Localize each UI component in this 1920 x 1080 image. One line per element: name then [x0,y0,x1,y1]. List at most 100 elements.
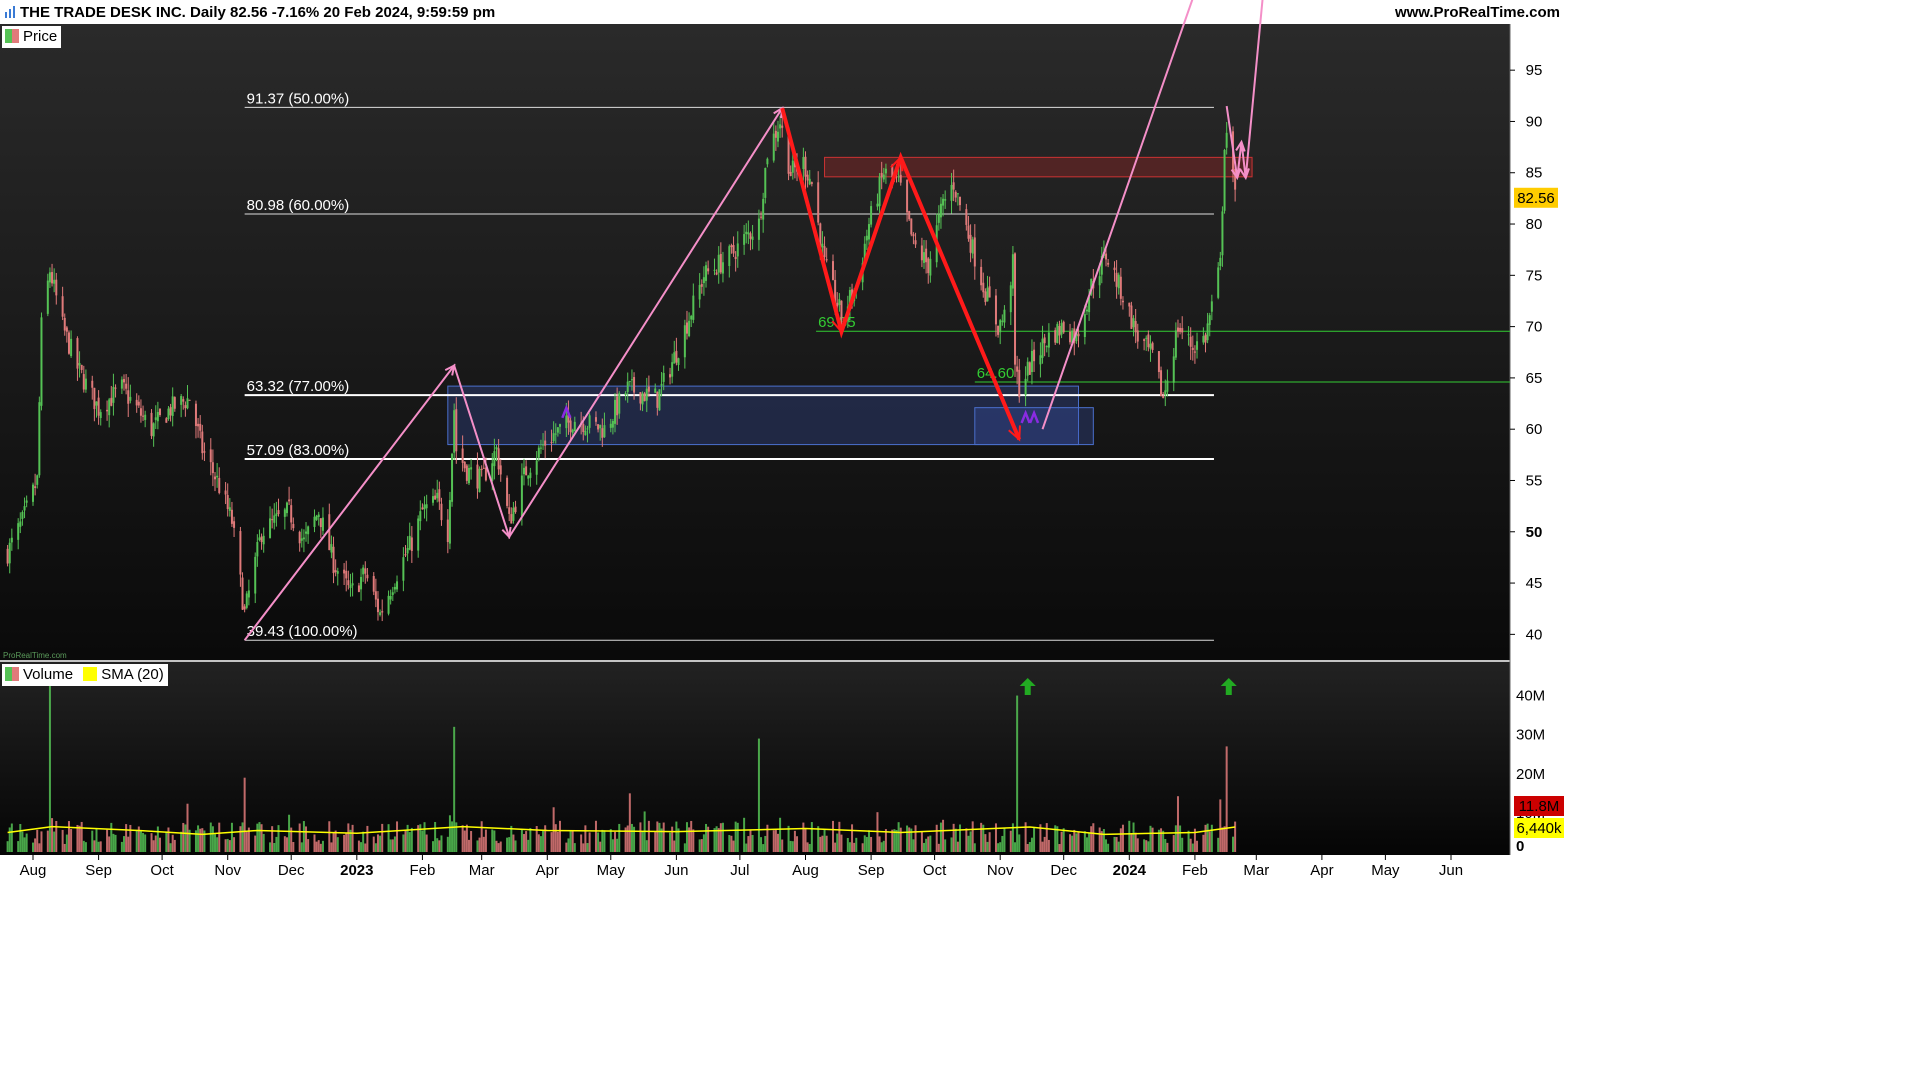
volume-bar [588,832,591,852]
volume-bar [484,829,487,852]
volume-bar [923,842,926,852]
volume-bar [482,836,485,852]
volume-bar [1018,834,1021,852]
volume-bar [751,835,754,852]
volume-bar [846,837,849,852]
volume-bar [787,825,790,852]
price-legend[interactable]: Price [2,26,62,48]
volume-bar [470,831,473,852]
volume-bar [1113,836,1116,852]
volume-bar [491,829,494,852]
volume-bar [848,842,851,852]
volume-bar [158,837,161,852]
volume-bar [870,836,873,852]
candle [241,572,244,610]
volume-bar [1147,841,1150,852]
volume-bar [821,835,824,852]
candle [448,491,451,550]
volume-bar [84,842,87,852]
volume-bar [1016,695,1019,852]
volume-bar [1187,830,1190,852]
fib-label-4: 39.43 (100.00%) [247,623,358,640]
volume-bar [525,831,528,852]
volume-bar [1071,835,1074,852]
time-tick-label: Dec [278,862,305,879]
volume-bar [201,828,204,852]
volume-bar [391,839,394,852]
volume-bar [935,824,938,852]
volume-bar [906,825,909,852]
volume-bar [6,841,9,852]
candle [245,591,248,610]
volume-bar [76,824,79,852]
volume-bar [97,841,100,852]
volume-bar [127,836,130,852]
volume-bar [125,824,128,852]
volume-bar [556,831,559,852]
volume-bar [908,827,911,852]
price-tick-label: 90 [1526,113,1543,130]
volume-bar [897,822,900,852]
volume-bar [1062,828,1065,852]
volume-bar [965,828,968,852]
volume-bar [1204,824,1207,852]
candle [1160,366,1163,397]
volume-legend[interactable]: Volume SMA (20) [2,664,168,686]
price-legend-swatch [5,29,19,43]
volume-bar [861,843,864,852]
volume-bar [1174,825,1177,852]
volume-bar [262,833,265,852]
volume-bar [51,818,54,852]
volume-bar [529,828,532,852]
volume-bar [362,831,365,852]
time-tick-label: May [1371,862,1400,879]
volume-tick-label: 30M [1516,727,1545,744]
volume-bar [776,833,779,852]
volume-bar [173,839,176,852]
time-tick-label: Jun [1439,862,1463,879]
volume-bar [307,839,310,852]
volume-bar [1160,828,1163,852]
volume-bar [762,844,765,852]
candle [658,389,661,411]
volume-bar [216,837,219,852]
volume-bar [836,833,839,852]
volume-bar [628,793,631,852]
volume-bar [939,822,942,852]
volume-bar [260,824,263,852]
watermark: ProRealTime.com [3,651,67,660]
candle [643,391,646,402]
volume-bar [834,842,837,852]
volume-bar [791,841,794,852]
volume-bar [256,823,259,852]
volume-bar [112,833,115,852]
volume-bar [920,831,923,852]
volume-bar [360,842,363,852]
volume-bar [154,835,157,852]
volume-bar [425,834,428,852]
volume-bar [423,822,426,852]
volume-bar [446,836,449,852]
volume-bar [671,826,674,852]
volume-bar [895,830,898,852]
fib-label-1: 80.98 (60.00%) [247,197,350,214]
volume-bar [749,830,752,852]
volume-bar [467,839,470,852]
volume-bar [838,821,841,852]
volume-bar [214,834,217,852]
volume-bar [419,824,422,852]
volume-bar [527,839,530,852]
time-tick-label: Jun [664,862,688,879]
volume-bar [1077,832,1080,852]
candle [1028,361,1031,375]
volume-bar [586,843,589,852]
volume-bar [878,836,881,852]
volume-bar [1176,796,1179,852]
volume-bar [779,817,782,852]
volume-bar [169,843,172,852]
volume-bar [55,820,58,852]
volume-bar [1196,840,1199,852]
volume-bar [1219,799,1222,852]
volume-bar [1073,829,1076,852]
volume-bar [728,835,731,852]
